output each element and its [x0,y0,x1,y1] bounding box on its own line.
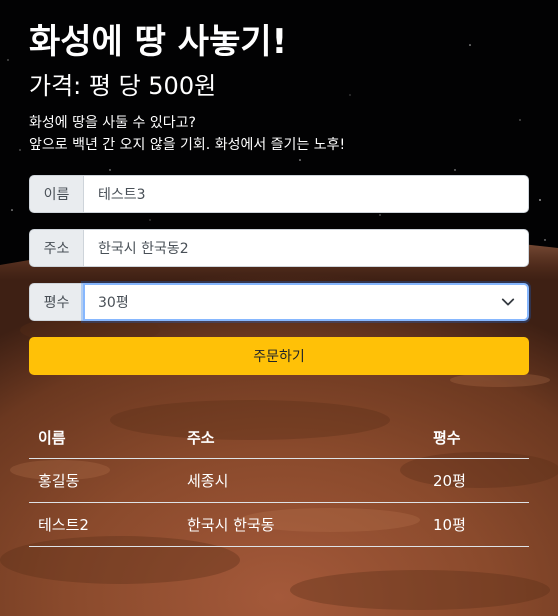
cell-name: 홍길동 [38,472,80,490]
address-input-group: 주소 한국시 한국동2 [29,229,529,267]
orders-table: 이름 주소 평수 홍길동 세종시 20평 테스트2 한국시 한국동 10평 [29,416,529,547]
header-address: 주소 [187,428,215,447]
size-select[interactable]: 30평 [83,283,529,321]
description-line-1: 화성에 땅을 사둘 수 있다고? [29,115,196,131]
address-label: 주소 [29,229,83,267]
name-input-group: 이름 테스트3 [29,175,529,213]
header-name: 이름 [38,428,66,447]
size-select-group: 평수 30평 [29,283,529,321]
size-select-value: 30평 [98,295,129,311]
name-label: 이름 [29,175,83,213]
description: 화성에 땅을 사둘 수 있다고? 앞으로 백년 간 오지 않을 기회. 화성에서… [29,112,345,156]
order-button[interactable]: 주문하기 [29,337,529,375]
page-title: 화성에 땅 사놓기! [29,22,288,62]
address-input[interactable]: 한국시 한국동2 [83,229,529,267]
description-line-2: 앞으로 백년 간 오지 않을 기회. 화성에서 즐기는 노후! [29,137,346,153]
cell-size: 20평 [433,472,466,490]
table-row: 테스트2 한국시 한국동 10평 [29,503,529,547]
cell-name: 테스트2 [38,516,89,534]
chevron-down-icon [501,298,515,306]
name-input[interactable]: 테스트3 [83,175,529,213]
cell-address: 세종시 [187,472,229,490]
header-size: 평수 [433,428,461,447]
size-label: 평수 [29,283,83,321]
price-subtitle: 가격: 평 당 500원 [29,72,217,100]
table-header-row: 이름 주소 평수 [29,416,529,459]
cell-address: 한국시 한국동 [187,516,275,534]
table-row: 홍길동 세종시 20평 [29,459,529,503]
cell-size: 10평 [433,516,466,534]
